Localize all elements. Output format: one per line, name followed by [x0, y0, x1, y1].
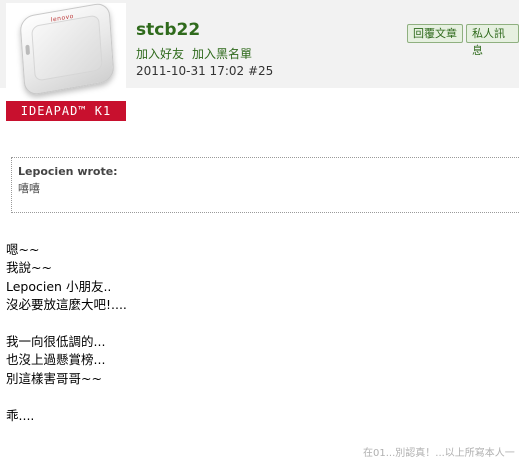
quote-text: 嘻嘻 [18, 182, 40, 195]
quote-box: Lepocien wrote: 嘻嘻 [11, 157, 519, 213]
post-line [6, 315, 127, 333]
username[interactable]: stcb22 [136, 20, 200, 40]
tablet-button [25, 44, 31, 56]
post-line [6, 388, 127, 406]
product-band: IDEAPAD™ K1 [6, 101, 126, 121]
post-body: 嗯~~ 我說~~ Lepocien 小朋友.. 沒必要放這麼大吧!.... 我一… [6, 241, 127, 425]
post-line: 也沒上過懸賞榜... [6, 352, 106, 368]
post-line: 嗯~~ [6, 242, 40, 257]
tablet-image: lenovo [19, 3, 115, 97]
private-message-button[interactable]: 私人訊息 [466, 24, 519, 57]
signature: 在01...別認真！...以上所寫本人一 [363, 448, 515, 459]
post-line: 別這樣害哥哥~~ [6, 370, 102, 386]
avatar[interactable]: lenovo IDEAPAD™ K1 [6, 3, 126, 121]
post-line: 我說~~ [6, 260, 52, 276]
reply-button[interactable]: 回覆文章 [407, 24, 463, 43]
post-line: 乖.... [6, 407, 35, 423]
post-line: Lepocien 小朋友.. [6, 278, 112, 294]
post-line: 沒必要放這麼大吧!.... [6, 297, 127, 313]
post-meta: 2011-10-31 17:02 #25 [136, 64, 274, 78]
add-friend-link[interactable]: 加入好友 [136, 47, 184, 61]
user-links: 加入好友 加入黑名單 [136, 45, 260, 62]
add-blacklist-link[interactable]: 加入黑名單 [192, 47, 252, 61]
post-line: 我一向很低調的... [6, 333, 106, 349]
tablet-screen [31, 14, 103, 82]
quote-author: Lepocien wrote: [18, 165, 118, 178]
